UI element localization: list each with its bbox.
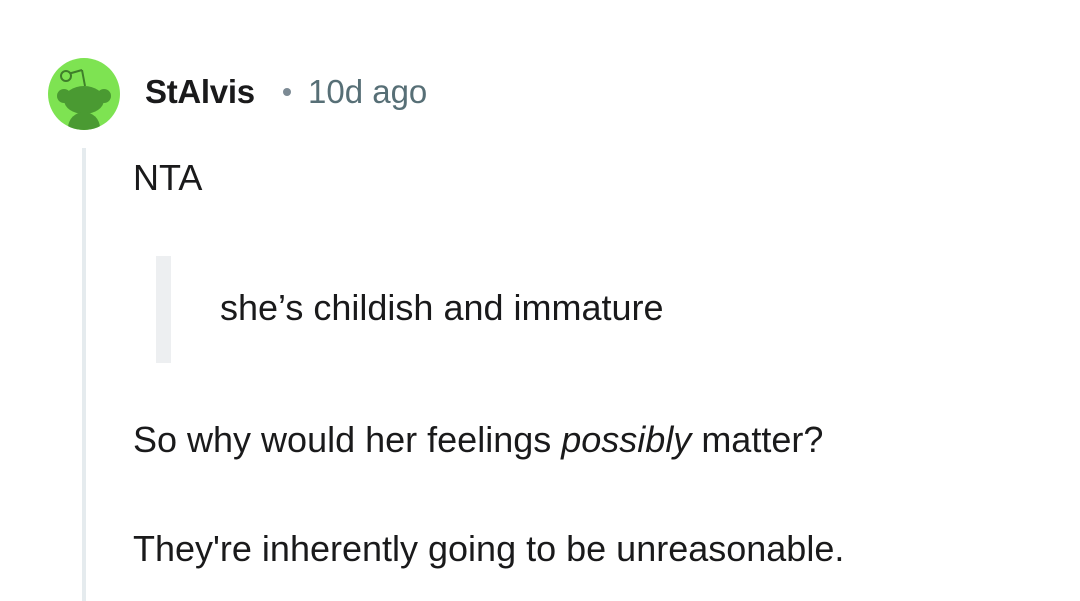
thread-line[interactable] [82, 148, 86, 601]
user-avatar[interactable] [48, 58, 120, 130]
comment-author[interactable]: StAlvis [145, 73, 255, 111]
snoo-avatar-icon [57, 69, 111, 130]
comment-paragraph-1: NTA [133, 157, 203, 198]
paragraph-2-before: So why would her feelings [133, 419, 562, 460]
comment-paragraph-2: So why would her feelings possibly matte… [133, 419, 823, 461]
blockquote-bar [156, 256, 171, 363]
blockquote-text: she’s childish and immature [220, 287, 664, 328]
dot-separator-icon [283, 88, 291, 96]
paragraph-2-after: matter? [691, 419, 824, 460]
paragraph-2-emphasis: possibly [561, 419, 692, 460]
comment-timestamp[interactable]: 10d ago [308, 73, 427, 111]
comment-paragraph-3: They're inherently going to be unreasona… [133, 528, 845, 569]
